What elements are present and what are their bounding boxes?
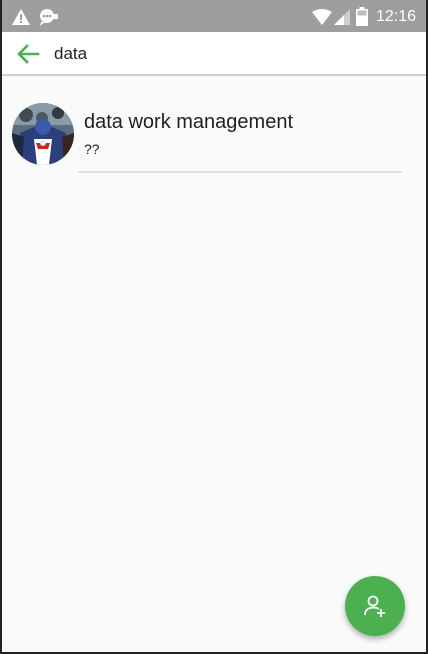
window-frame [0,0,428,654]
